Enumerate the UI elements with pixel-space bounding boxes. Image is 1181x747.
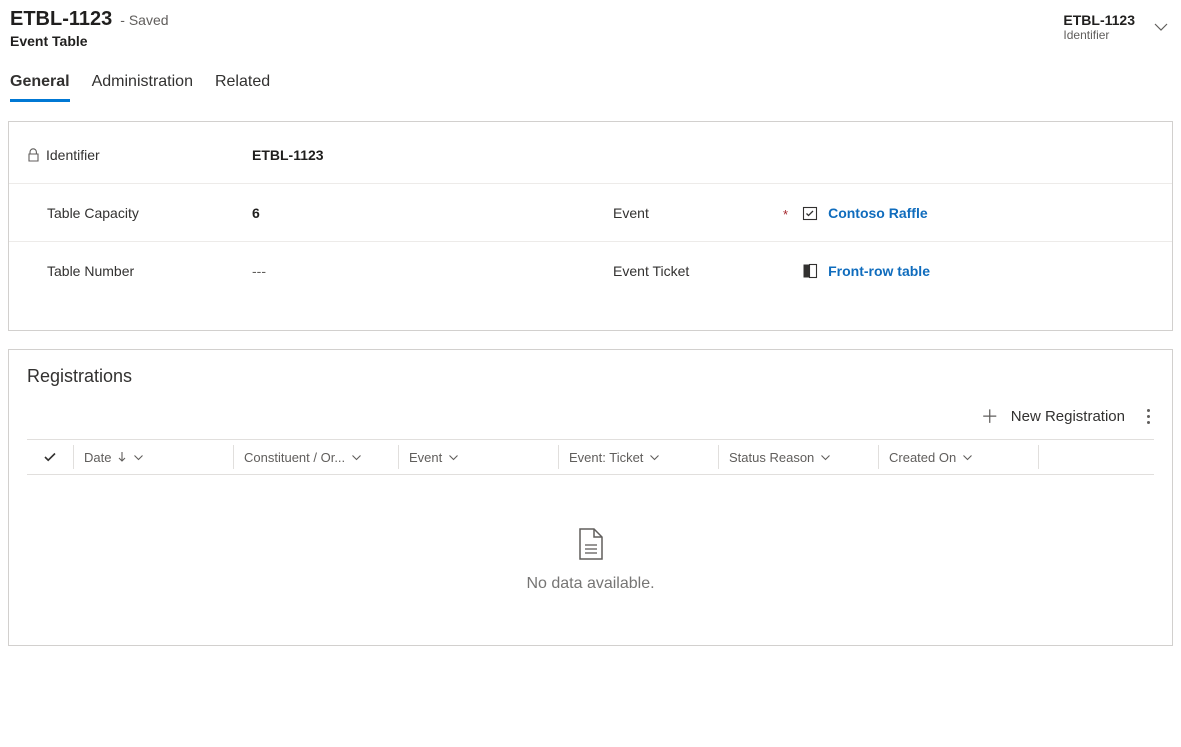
new-registration-button[interactable]: ＋ New Registration [981,403,1125,429]
empty-state-text: No data available. [526,575,654,593]
ticket-icon [802,263,818,279]
column-status-label: Status Reason [729,450,814,465]
column-spacer [1038,445,1154,469]
column-date[interactable]: Date [73,445,233,469]
record-header: ETBL-1123 - Saved Event Table ETBL-1123 … [8,8,1173,61]
registrations-title: Registrations [9,350,1172,395]
field-row-identifier: Identifier ETBL-1123 [9,126,1172,184]
select-all-column[interactable] [27,445,73,469]
title-line: ETBL-1123 - Saved [10,8,169,31]
column-constituent[interactable]: Constituent / Or... [233,445,398,469]
registrations-grid-header: Date Constituent / Or... Event Event: Ti… [27,439,1154,475]
capacity-field-value[interactable]: 6 [252,205,260,221]
column-created-on[interactable]: Created On [878,445,1038,469]
number-field-value[interactable]: --- [252,263,266,279]
number-field-label: Table Number [27,263,252,279]
column-date-label: Date [84,450,111,465]
check-icon [43,450,57,464]
field-row-capacity-event: Table Capacity 6 Event * Contoso Raffle [9,184,1172,242]
event-lookup[interactable]: Contoso Raffle [802,205,928,221]
event-field-label: Event [613,205,793,221]
document-icon [577,527,605,561]
registrations-section: Registrations ＋ New Registration Date Co… [8,349,1173,646]
event-lookup-text: Contoso Raffle [828,205,928,221]
chevron-down-icon [351,452,362,463]
ticket-lookup-text: Front-row table [828,263,930,279]
column-constituent-label: Constituent / Or... [244,450,345,465]
save-status: - Saved [120,12,168,28]
identifier-block: ETBL-1123 Identifier [1063,12,1135,42]
tab-general[interactable]: General [10,73,70,102]
identifier-label-text: Identifier [46,147,100,163]
capacity-field-label: Table Capacity [27,205,252,221]
chevron-down-icon [133,452,144,463]
column-ticket-label: Event: Ticket [569,450,643,465]
header-left: ETBL-1123 - Saved Event Table [10,8,169,49]
plus-icon: ＋ [981,403,999,429]
identifier-field-label: Identifier [27,147,252,163]
calendar-check-icon [802,205,818,221]
column-event[interactable]: Event [398,445,558,469]
tab-bar: General Administration Related [8,61,1173,103]
identifier-value: ETBL-1123 [1063,12,1135,28]
lock-icon [27,148,40,162]
header-right: ETBL-1123 Identifier [1063,8,1169,42]
entity-name: Event Table [10,33,169,49]
new-registration-label: New Registration [1011,408,1125,425]
tab-related[interactable]: Related [215,73,270,102]
general-section: Identifier ETBL-1123 Table Capacity 6 Ev… [8,121,1173,331]
more-commands-button[interactable] [1143,405,1154,428]
required-indicator: * [783,203,788,222]
chevron-down-icon [649,452,660,463]
chevron-down-icon [962,452,973,463]
identifier-label: Identifier [1063,28,1135,42]
column-created-label: Created On [889,450,956,465]
chevron-down-icon [448,452,459,463]
chevron-down-icon [820,452,831,463]
record-title: ETBL-1123 [10,8,112,31]
column-event-label: Event [409,450,442,465]
chevron-down-icon[interactable] [1153,19,1169,35]
column-ticket[interactable]: Event: Ticket [558,445,718,469]
registrations-empty-state: No data available. [9,475,1172,645]
identifier-field-value[interactable]: ETBL-1123 [252,147,324,163]
ticket-lookup[interactable]: Front-row table [802,263,930,279]
tab-administration[interactable]: Administration [92,73,193,102]
sort-descending-icon [117,451,127,463]
column-status-reason[interactable]: Status Reason [718,445,878,469]
registrations-toolbar: ＋ New Registration [9,395,1172,439]
field-row-number-ticket: Table Number --- Event Ticket * Front-ro… [9,242,1172,300]
ticket-field-label: Event Ticket [613,263,793,279]
